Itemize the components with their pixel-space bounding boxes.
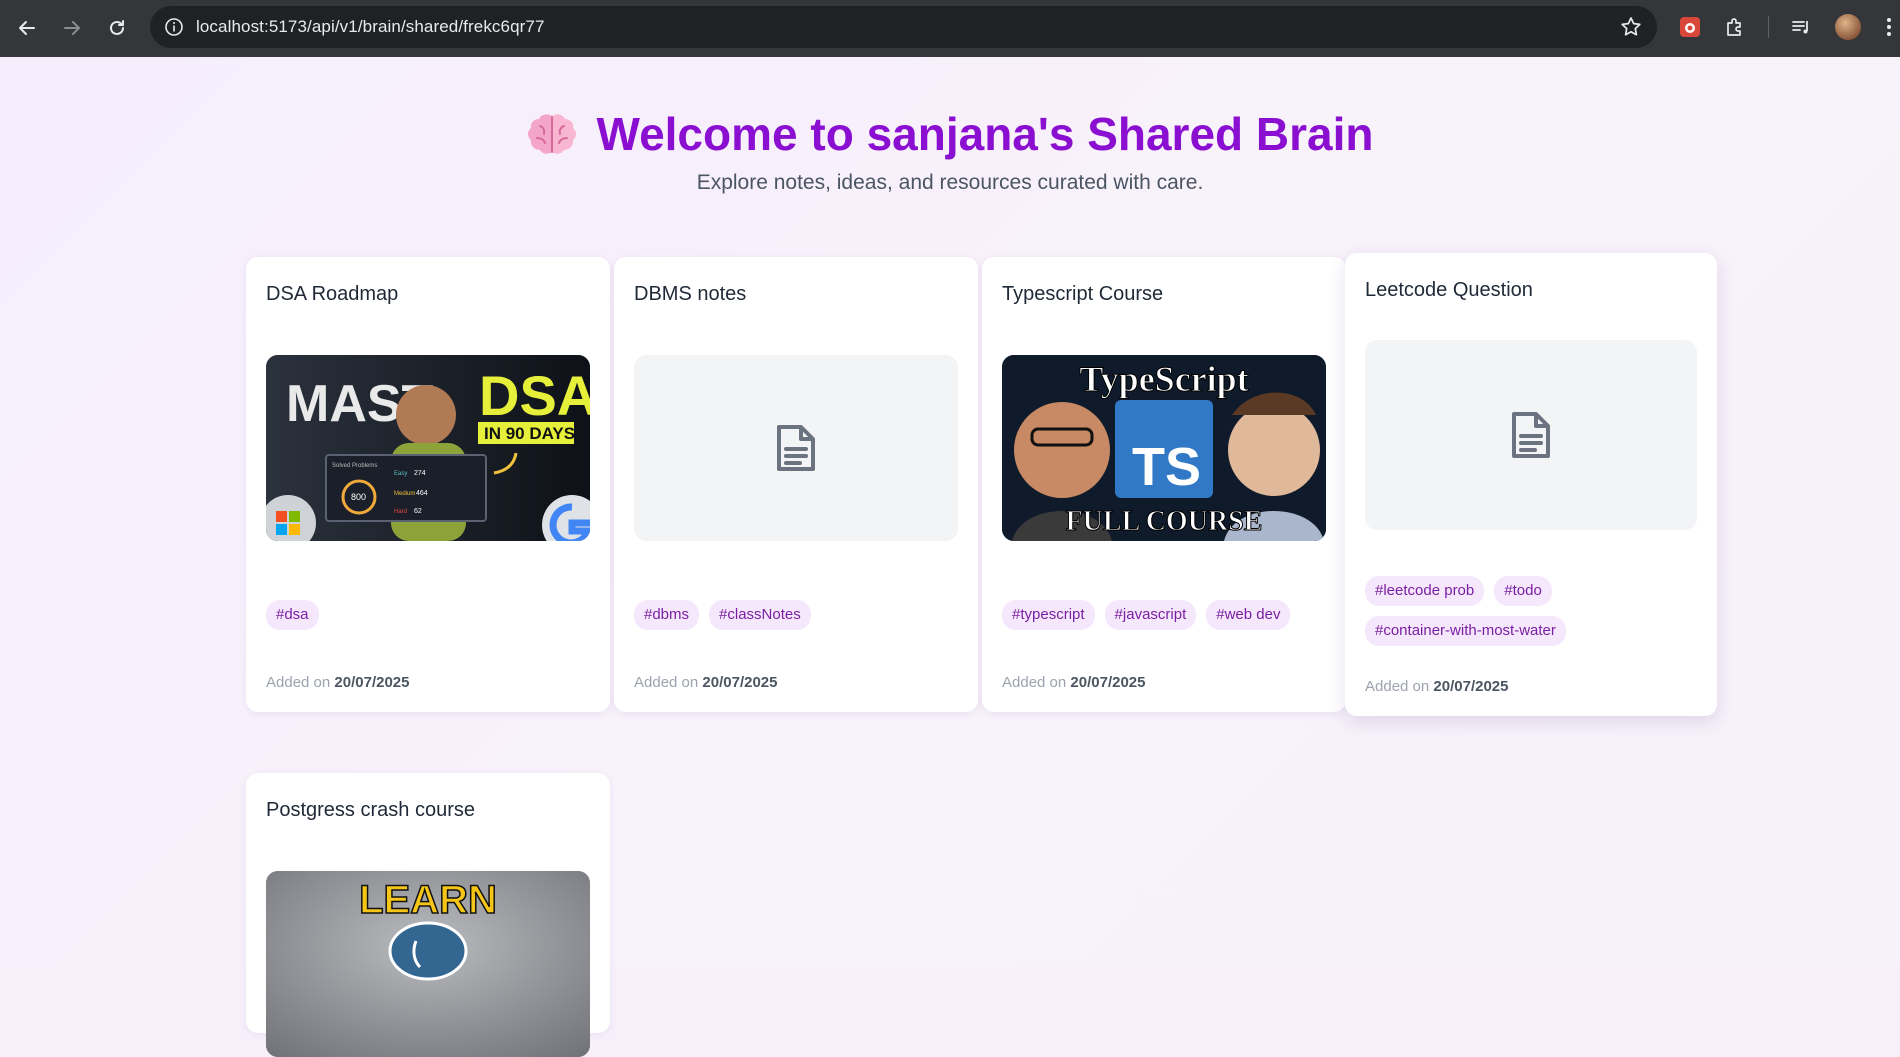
document-placeholder[interactable] [1365, 340, 1697, 530]
arrow-right-icon [64, 21, 80, 35]
address-bar[interactable]: localhost:5173/api/v1/brain/shared/frekc… [150, 6, 1657, 48]
tag-chip[interactable]: #web dev [1206, 600, 1291, 630]
added-label: Added on [1002, 674, 1067, 691]
postgres-thumbnail-art: LEARN [266, 871, 590, 1057]
tag-chip[interactable]: #typescript [1002, 600, 1095, 630]
puzzle-icon [1727, 18, 1741, 36]
reload-icon [110, 20, 124, 35]
thumb-text-solved: Solved Problems [332, 463, 377, 469]
bookmark-star-icon[interactable] [1619, 15, 1643, 39]
tag-chip[interactable]: #todo [1494, 576, 1552, 606]
thumb-text-90days: IN 90 DAYS [484, 424, 575, 443]
page-title: Welcome to sanjana's Shared Brain [526, 107, 1374, 161]
thumb-text-dsa: DSA [479, 364, 590, 427]
thumb-text-464: 464 [416, 490, 428, 497]
dsa-thumbnail-art: MAST DSA IN 90 DAYS Solved Problems 800 … [266, 355, 590, 541]
brain-icon [528, 114, 577, 154]
added-date-value: 20/07/2025 [334, 674, 410, 691]
added-date-value: 20/07/2025 [702, 674, 778, 691]
tag-list: #typescript #javascript #web dev [1002, 600, 1332, 630]
thumb-text-medium: Medium [394, 491, 415, 497]
added-date: Added on 20/07/2025 [266, 674, 409, 691]
card-title: DBMS notes [634, 283, 747, 305]
added-date-value: 20/07/2025 [1433, 678, 1509, 695]
video-thumbnail[interactable]: MAST DSA IN 90 DAYS Solved Problems 800 … [266, 355, 590, 541]
document-icon [777, 425, 815, 471]
content-card[interactable]: Postgress crash course LEARN [246, 773, 610, 1057]
hero-section: Welcome to sanjana's Shared Brain Explor… [0, 107, 1900, 195]
page-title-text: Welcome to sanjana's Shared Brain [596, 108, 1374, 160]
thumb-text-learn: LEARN [359, 878, 497, 922]
tag-list: #dbms #classNotes [634, 600, 964, 630]
browser-toolbar: localhost:5173/api/v1/brain/shared/frekc… [0, 0, 1900, 57]
added-label: Added on [266, 674, 331, 691]
tag-chip[interactable]: #container-with-most-water [1365, 616, 1566, 646]
forward-button[interactable] [55, 11, 89, 45]
media-queue-icon [1792, 21, 1808, 34]
thumb-text-ts: TS [1132, 437, 1201, 497]
card-title: Postgress crash course [266, 799, 475, 821]
document-placeholder[interactable] [634, 355, 958, 541]
added-date: Added on 20/07/2025 [634, 674, 777, 691]
thumb-text-800: 800 [351, 492, 366, 502]
thumb-text-fullcourse: FULL COURSE [1066, 506, 1263, 537]
card-title: DSA Roadmap [266, 283, 399, 305]
thumb-text-62: 62 [414, 508, 422, 515]
back-button[interactable] [10, 11, 44, 45]
thumb-text-typescript: TypeScript [1079, 359, 1248, 399]
typescript-thumbnail-art: TS TypeScript FULL COURSE [1002, 355, 1326, 541]
card-title: Leetcode Question [1365, 279, 1533, 301]
video-thumbnail[interactable]: TS TypeScript FULL COURSE [1002, 355, 1326, 541]
page-subtitle: Explore notes, ideas, and resources cura… [696, 171, 1204, 194]
thumb-text-hard: Hard [394, 509, 407, 515]
thumb-text-easy: Easy [394, 471, 407, 477]
content-card[interactable]: Typescript Course TS TypeScript FULL COU… [982, 257, 1346, 712]
tag-list: #leetcode prob #todo #container-with-mos… [1365, 576, 1695, 646]
added-label: Added on [634, 674, 699, 691]
tag-list: #dsa [266, 600, 596, 630]
tag-chip[interactable]: #leetcode prob [1365, 576, 1485, 606]
tag-chip[interactable]: #javascript [1104, 600, 1197, 630]
thumb-text-274: 274 [414, 470, 426, 477]
media-control-button[interactable] [1788, 14, 1814, 40]
arrow-left-icon [19, 21, 35, 35]
extension-app-icon [1680, 17, 1700, 37]
page-content: Welcome to sanjana's Shared Brain Explor… [0, 57, 1900, 1057]
content-card[interactable]: DBMS notes #dbms #classNotes Added on 20… [614, 257, 978, 712]
url-text[interactable]: localhost:5173/api/v1/brain/shared/frekc… [196, 6, 545, 48]
card-title: Typescript Course [1002, 283, 1164, 305]
site-info-icon[interactable] [164, 17, 184, 37]
added-date: Added on 20/07/2025 [1002, 674, 1145, 691]
content-card[interactable]: DSA Roadmap MAST DSA IN 90 DAYS Solved P… [246, 257, 610, 712]
more-vertical-icon [1887, 18, 1891, 36]
document-icon [1512, 412, 1550, 458]
tag-chip[interactable]: #classNotes [709, 600, 811, 630]
browser-menu-button[interactable] [1876, 14, 1900, 40]
extensions-menu-button[interactable] [1722, 14, 1748, 40]
profile-avatar[interactable] [1835, 14, 1861, 40]
added-date-value: 20/07/2025 [1070, 674, 1146, 691]
toolbar-divider [1768, 16, 1769, 38]
tag-chip[interactable]: #dsa [266, 600, 319, 630]
tag-chip[interactable]: #dbms [634, 600, 700, 630]
reload-button[interactable] [100, 11, 134, 45]
extension-icon[interactable] [1677, 14, 1703, 40]
added-label: Added on [1365, 678, 1430, 695]
content-card[interactable]: Leetcode Question #leetcode prob #todo #… [1345, 253, 1717, 716]
video-thumbnail[interactable]: LEARN [266, 871, 590, 1057]
added-date: Added on 20/07/2025 [1365, 678, 1508, 695]
